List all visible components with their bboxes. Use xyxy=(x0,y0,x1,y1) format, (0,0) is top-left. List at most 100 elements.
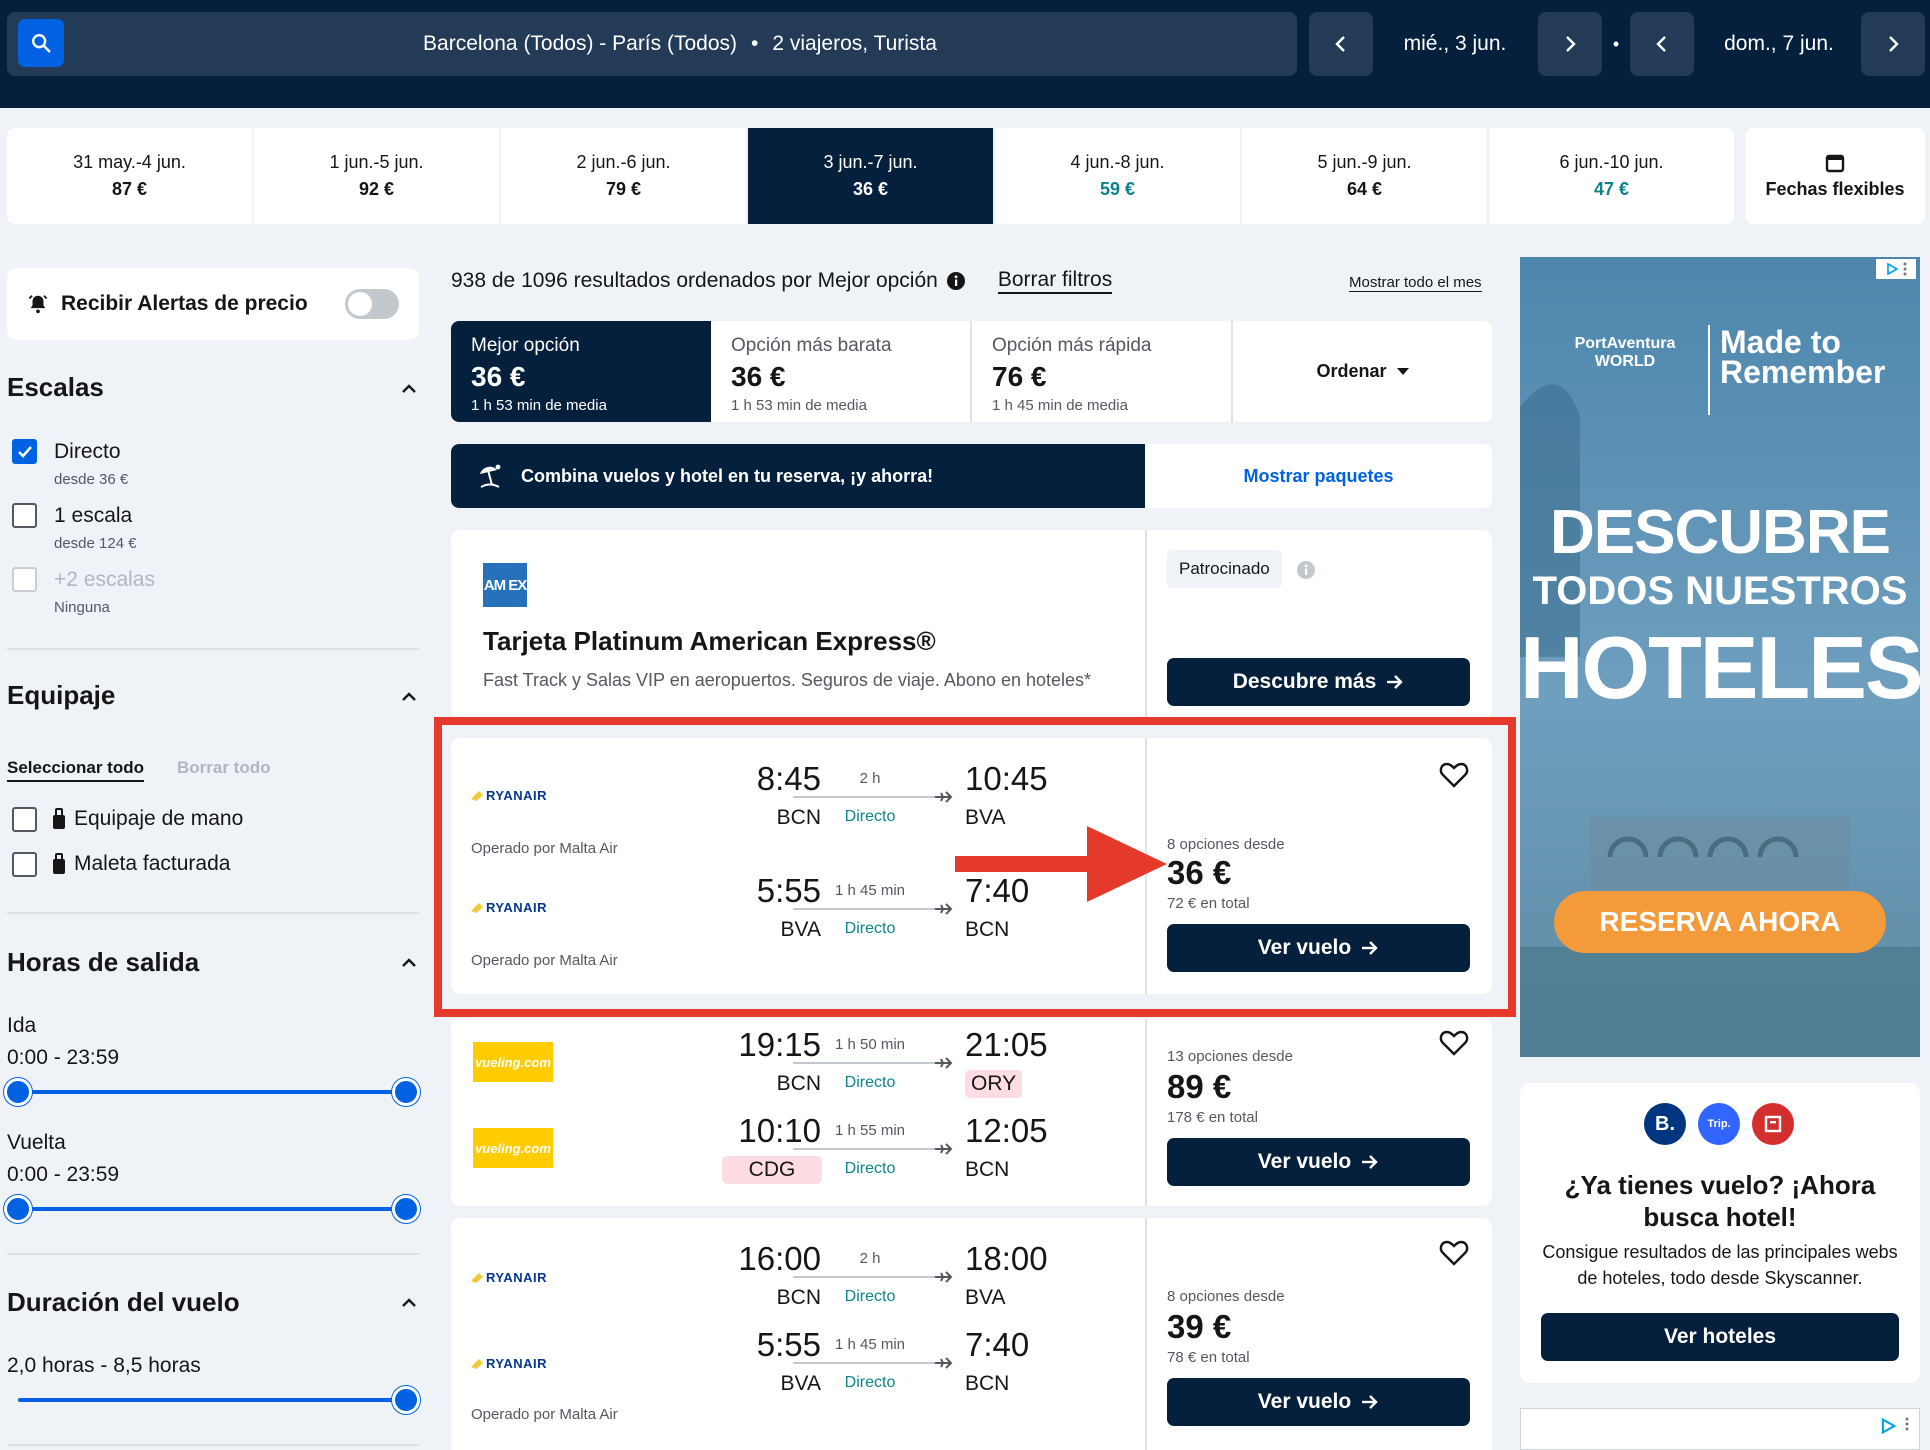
stops-two-sub: Ninguna xyxy=(54,599,110,616)
outbound-slider-max-handle[interactable] xyxy=(392,1078,420,1106)
divider xyxy=(7,1444,419,1446)
clear-filters-link[interactable]: Borrar filtros xyxy=(997,268,1113,294)
discover-more-button[interactable]: Descubre más xyxy=(1167,658,1470,706)
more-options-icon[interactable] xyxy=(1905,1417,1909,1431)
sort-tab-fastest[interactable]: Opción más rápida 76 € 1 h 45 min de med… xyxy=(972,321,1233,422)
stops-one-checkbox[interactable] xyxy=(12,503,37,528)
ryanair-logo: RYANAIR xyxy=(471,1270,547,1285)
combo-banner: Combina vuelos y hotel en tu reserva, ¡y… xyxy=(451,444,1492,508)
view-flight-button[interactable]: Ver vuelo xyxy=(1167,1138,1470,1186)
sort-tab-cheapest[interactable]: Opción más barata 36 € 1 h 53 min de med… xyxy=(711,321,972,422)
hotel-ad-banner[interactable]: PortAventura WORLD Made to Remember DESC… xyxy=(1520,257,1920,1057)
checked-bag-checkbox[interactable] xyxy=(12,852,37,877)
flight-line xyxy=(793,1362,941,1364)
info-icon[interactable] xyxy=(1296,560,1316,580)
card-divider xyxy=(1145,1018,1147,1206)
search-button[interactable] xyxy=(18,19,64,67)
date-tab-range: 31 may.-4 jun. xyxy=(73,152,186,172)
arrival-time: 18:00 xyxy=(965,1240,1048,1277)
show-packages-link[interactable]: Mostrar paquetes xyxy=(1145,444,1492,508)
price-alert-box: Recibir Alertas de precio xyxy=(7,268,419,340)
ryanair-harp-icon xyxy=(471,1358,483,1369)
sort-dropdown-label: Ordenar xyxy=(1316,361,1387,381)
return-slider-max-handle[interactable] xyxy=(392,1195,420,1223)
alarm-bell-icon xyxy=(28,295,48,314)
chevron-up-icon[interactable] xyxy=(398,378,420,400)
outbound-slider-min-handle[interactable] xyxy=(4,1078,32,1106)
return-prev-button[interactable] xyxy=(1630,12,1694,76)
date-tab[interactable]: 5 jun.-9 jun. 64 € xyxy=(1242,128,1487,224)
date-tab-selected[interactable]: 3 jun.-7 jun. 36 € xyxy=(748,128,993,224)
hotel-building-icon xyxy=(1764,1115,1782,1133)
depart-date[interactable]: mié., 3 jun. xyxy=(1378,12,1532,76)
baggage-select-all[interactable]: Seleccionar todo xyxy=(7,758,144,782)
caret-down-icon xyxy=(1396,367,1409,375)
arrival-airport-different: ORY xyxy=(965,1070,1023,1098)
carry-on-label: Equipaje de mano xyxy=(74,807,244,830)
red-arrow-icon xyxy=(955,826,1167,902)
flight-type: Directo xyxy=(844,1160,896,1177)
date-tab-price: 92 € xyxy=(358,179,395,199)
depart-prev-button[interactable] xyxy=(1309,12,1373,76)
date-tab[interactable]: 2 jun.-6 jun. 79 € xyxy=(501,128,746,224)
depart-next-button[interactable] xyxy=(1538,12,1602,76)
duration-slider-track xyxy=(18,1398,406,1402)
separator: • xyxy=(751,32,759,55)
price-alert-toggle[interactable] xyxy=(345,289,399,319)
sort-tab-avg: 1 h 53 min de media xyxy=(731,397,867,414)
date-tab-price: 36 € xyxy=(852,179,889,199)
sort-tab-label: Opción más barata xyxy=(731,335,892,356)
ad-choices[interactable] xyxy=(1876,259,1916,279)
date-tab[interactable]: 6 jun.-10 jun. 47 € xyxy=(1489,128,1734,224)
sort-tab-price: 36 € xyxy=(731,361,786,392)
view-hotels-button[interactable]: Ver hoteles xyxy=(1541,1313,1899,1361)
plane-icon xyxy=(935,1057,953,1069)
baggage-title: Equipaje xyxy=(7,680,116,710)
view-flight-label: Ver vuelo xyxy=(1257,1390,1352,1413)
sort-tab-best[interactable]: Mejor opción 36 € 1 h 53 min de media xyxy=(451,321,711,422)
outbound-range: 0:00 - 23:59 xyxy=(7,1046,120,1069)
chevron-up-icon[interactable] xyxy=(398,1292,420,1314)
flexible-dates-button[interactable]: Fechas flexibles xyxy=(1745,128,1925,224)
arrival-airport: BCN xyxy=(965,1372,1010,1395)
flight-price: 39 € xyxy=(1167,1308,1232,1345)
show-month-link[interactable]: Mostrar todo el mes xyxy=(1349,274,1482,292)
date-tab-price: 79 € xyxy=(605,179,642,199)
search-summary-text[interactable]: Barcelona (Todos) - París (Todos) • 2 vi… xyxy=(80,12,1280,76)
chevron-up-icon[interactable] xyxy=(398,952,420,974)
ryanair-logo: RYANAIR xyxy=(471,1356,547,1371)
sort-dropdown[interactable]: Ordenar xyxy=(1233,321,1492,422)
trip-logo: Trip. xyxy=(1698,1103,1740,1145)
flight-duration: 1 h 55 min xyxy=(834,1122,906,1139)
chevron-up-icon[interactable] xyxy=(398,686,420,708)
adchoices-icon[interactable] xyxy=(1879,1417,1897,1435)
arrival-time: 12:05 xyxy=(965,1112,1048,1149)
return-date[interactable]: dom., 7 jun. xyxy=(1699,12,1859,76)
divider xyxy=(7,912,419,914)
view-flight-label: Ver vuelo xyxy=(1257,1150,1352,1173)
return-slider-min-handle[interactable] xyxy=(4,1195,32,1223)
date-tab[interactable]: 4 jun.-8 jun. 59 € xyxy=(995,128,1240,224)
duration-slider-handle[interactable] xyxy=(392,1386,420,1414)
heart-icon[interactable] xyxy=(1439,1238,1469,1268)
flight-line xyxy=(793,1062,941,1064)
more-options-icon xyxy=(1903,262,1907,276)
date-tab[interactable]: 31 may.-4 jun. 87 € xyxy=(7,128,252,224)
hotel-search-promo: B. Trip. ¿Ya tienes vuelo? ¡Ahora busca … xyxy=(1520,1083,1920,1383)
flight-card[interactable]: vueling.com 19:15 BCN 1 h 50 min Directo… xyxy=(451,1018,1492,1206)
heart-icon[interactable] xyxy=(1439,1028,1469,1058)
carry-on-checkbox[interactable] xyxy=(12,807,37,832)
ad-book-now-button[interactable]: RESERVA AHORA xyxy=(1554,891,1886,953)
stops-one-label: 1 escala xyxy=(54,504,133,527)
ad-line3: HOTELES xyxy=(1520,618,1920,717)
info-icon[interactable] xyxy=(946,271,966,291)
flexible-dates-label: Fechas flexibles xyxy=(1765,178,1905,199)
arrival-airport: BVA xyxy=(965,1286,1006,1309)
combo-text-area: Combina vuelos y hotel en tu reserva, ¡y… xyxy=(451,444,1145,508)
return-next-button[interactable] xyxy=(1861,12,1925,76)
stops-direct-checkbox[interactable] xyxy=(12,439,37,464)
flight-card[interactable]: RYANAIR 16:00 BCN 2 h Directo 18:00 BVA … xyxy=(451,1218,1492,1450)
date-tab-price: 64 € xyxy=(1346,179,1383,199)
view-flight-button[interactable]: Ver vuelo xyxy=(1167,1378,1470,1426)
date-tab[interactable]: 1 jun.-5 jun. 92 € xyxy=(254,128,499,224)
